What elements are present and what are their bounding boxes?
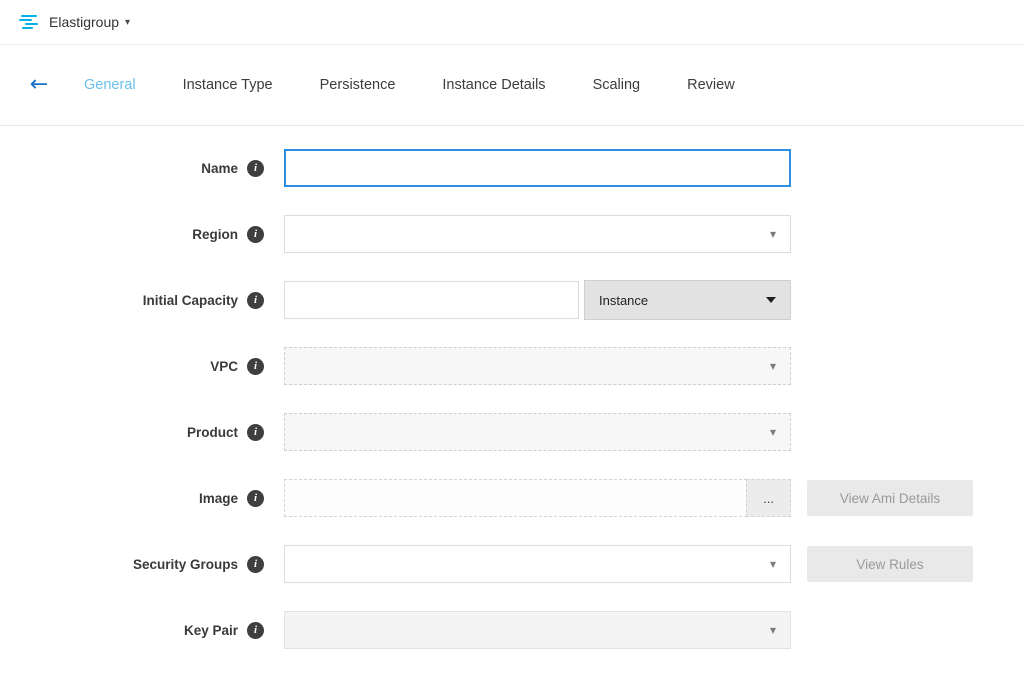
view-rules-button[interactable]: View Rules	[807, 546, 973, 582]
app-title[interactable]: Elastigroup	[49, 14, 119, 30]
image-field-group: ...	[284, 479, 791, 517]
initial-capacity-input[interactable]	[284, 281, 579, 319]
product-select[interactable]: ▾	[284, 413, 791, 451]
back-button[interactable]: ←	[24, 74, 54, 96]
wizard-tab-bar: ← General Instance Type Persistence Inst…	[0, 45, 1024, 126]
tab-instance-type[interactable]: Instance Type	[183, 77, 273, 93]
tab-review[interactable]: Review	[687, 77, 735, 93]
vpc-label: VPC	[210, 359, 238, 374]
key-pair-select[interactable]: ▾	[284, 611, 791, 649]
info-icon[interactable]: i	[247, 226, 264, 243]
chevron-down-icon[interactable]: ▾	[125, 17, 130, 28]
info-icon[interactable]: i	[247, 490, 264, 507]
key-pair-label: Key Pair	[184, 623, 238, 638]
security-groups-label: Security Groups	[133, 557, 238, 572]
tab-instance-details[interactable]: Instance Details	[442, 77, 545, 93]
form-row-image: Image i ... View Ami Details	[0, 479, 1024, 517]
form-row-initial-capacity: Initial Capacity i Instance	[0, 281, 1024, 319]
info-icon[interactable]: i	[247, 292, 264, 309]
info-icon[interactable]: i	[247, 622, 264, 639]
form-row-region: Region i ▾	[0, 215, 1024, 253]
caret-down-icon	[766, 297, 776, 303]
tab-scaling[interactable]: Scaling	[593, 77, 641, 93]
capacity-unit-select[interactable]: Instance	[584, 280, 791, 320]
region-select[interactable]: ▾	[284, 215, 791, 253]
info-icon[interactable]: i	[247, 556, 264, 573]
caret-down-icon: ▾	[770, 623, 776, 637]
form-row-security-groups: Security Groups i ▾ View Rules	[0, 545, 1024, 583]
image-browse-button[interactable]: ...	[746, 479, 791, 517]
form-row-product: Product i ▾	[0, 413, 1024, 451]
form-row-name: Name i	[0, 149, 1024, 187]
initial-capacity-label: Initial Capacity	[143, 293, 238, 308]
form-row-key-pair: Key Pair i ▾	[0, 611, 1024, 649]
image-input[interactable]	[284, 479, 747, 517]
form-row-vpc: VPC i ▾	[0, 347, 1024, 385]
image-label: Image	[199, 491, 238, 506]
caret-down-icon: ▾	[770, 227, 776, 241]
info-icon[interactable]: i	[247, 160, 264, 177]
region-label: Region	[192, 227, 238, 242]
caret-down-icon: ▾	[770, 557, 776, 571]
tab-general[interactable]: General	[84, 77, 136, 93]
info-icon[interactable]: i	[247, 358, 264, 375]
view-ami-details-button[interactable]: View Ami Details	[807, 480, 973, 516]
caret-down-icon: ▾	[770, 425, 776, 439]
tabs: General Instance Type Persistence Instan…	[84, 77, 735, 93]
name-label: Name	[201, 161, 238, 176]
caret-down-icon: ▾	[770, 359, 776, 373]
tab-persistence[interactable]: Persistence	[320, 77, 396, 93]
vpc-select[interactable]: ▾	[284, 347, 791, 385]
general-form: Name i Region i ▾ Initial Capacity i Ins…	[0, 126, 1024, 649]
product-label: Product	[187, 425, 238, 440]
info-icon[interactable]: i	[247, 424, 264, 441]
security-groups-select[interactable]: ▾	[284, 545, 791, 583]
elastigroup-logo-icon	[18, 14, 40, 30]
app-header: Elastigroup ▾	[0, 0, 1024, 45]
name-input[interactable]	[284, 149, 791, 187]
capacity-unit-value: Instance	[599, 293, 648, 308]
